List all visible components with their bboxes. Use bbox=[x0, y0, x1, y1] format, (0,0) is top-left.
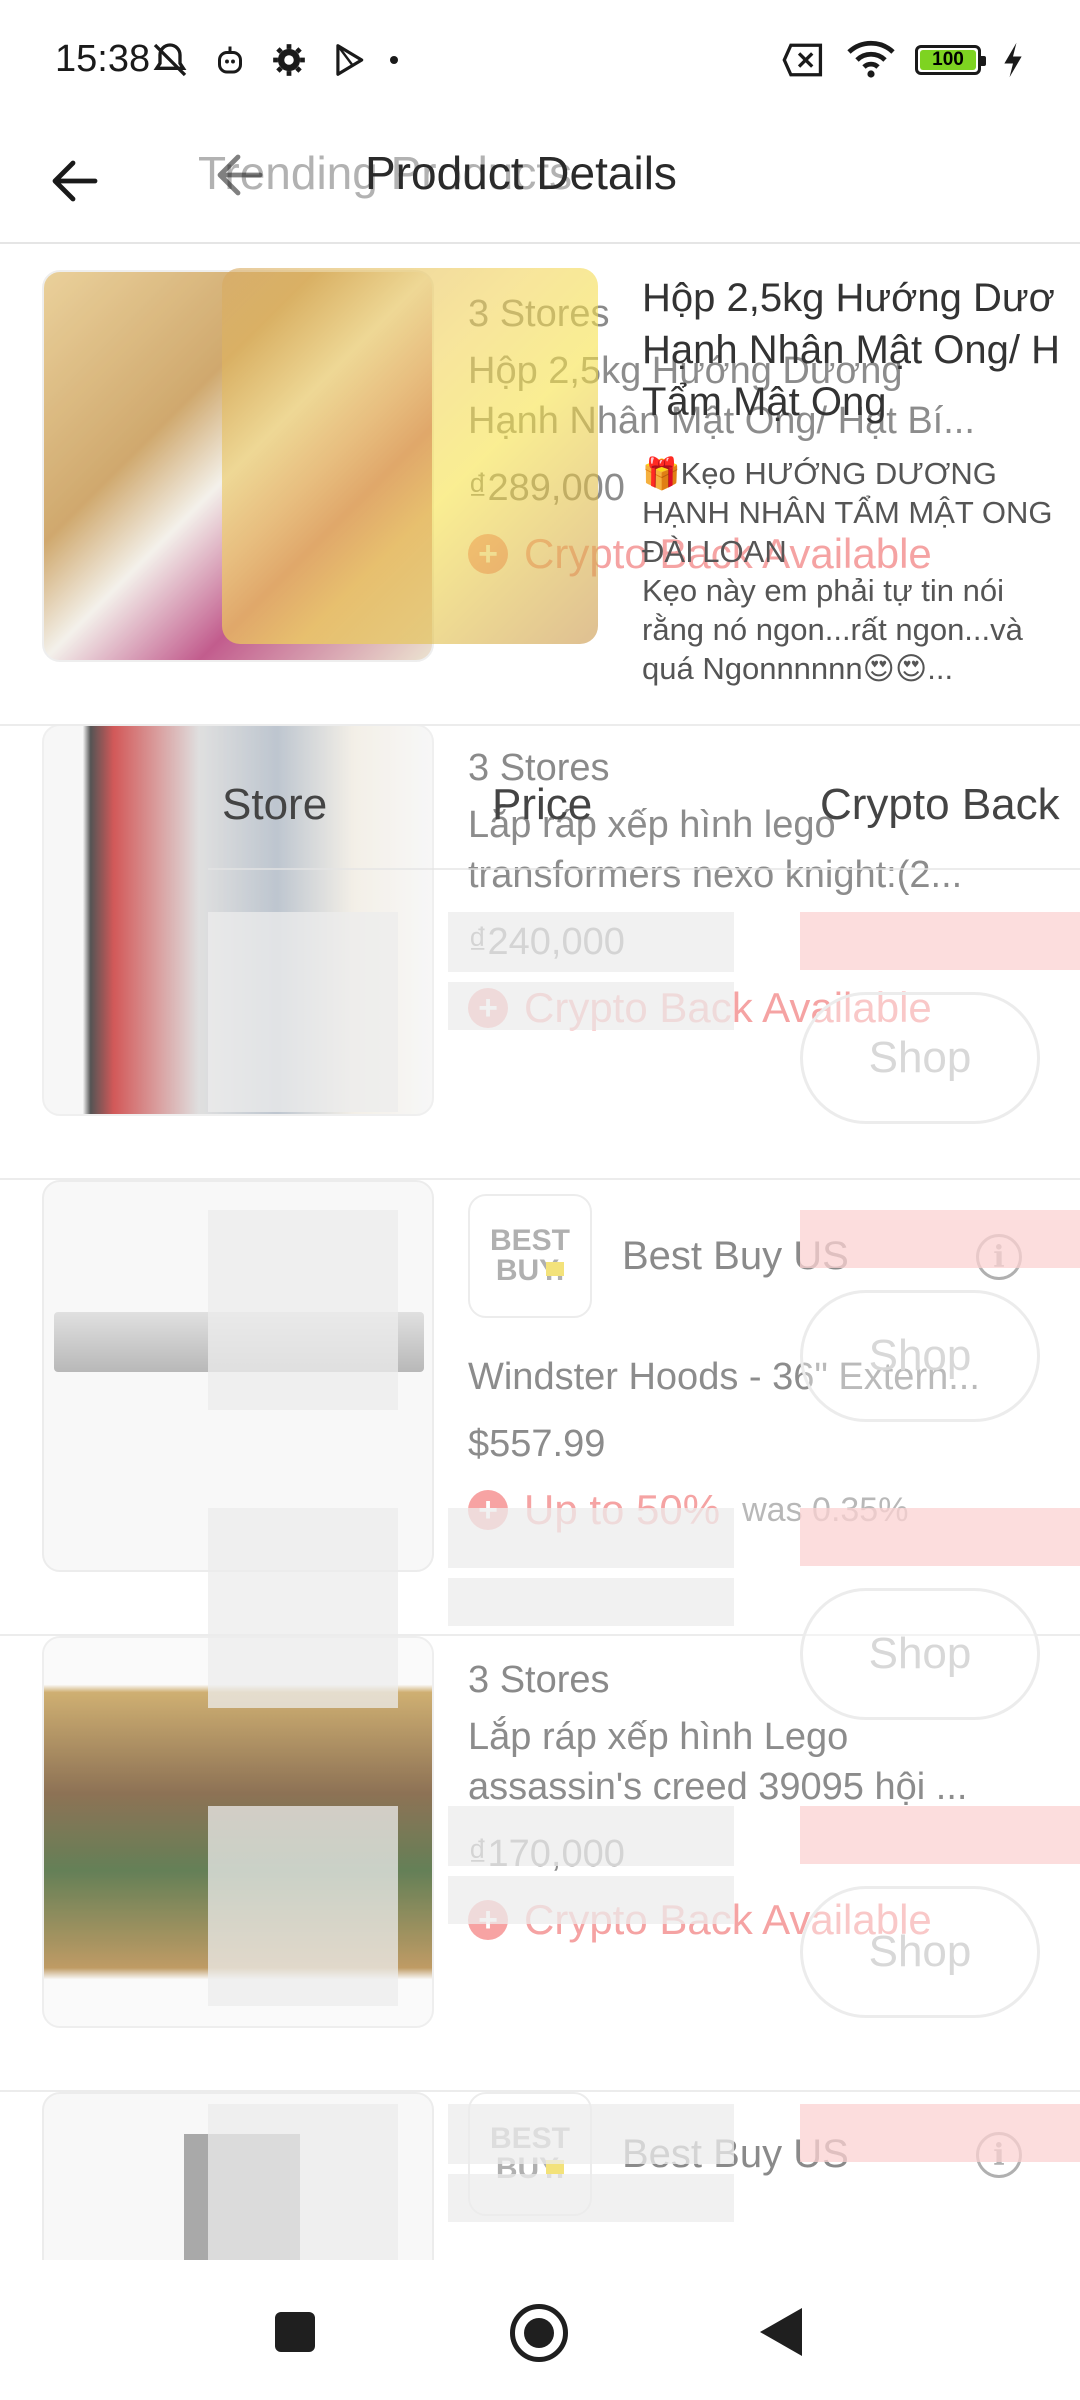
product-image bbox=[42, 1636, 434, 2028]
battery-icon: 100 bbox=[915, 45, 986, 75]
cashback-row: + Crypto Back Available bbox=[468, 984, 1058, 1032]
product-price: ₫240,000 bbox=[468, 921, 625, 963]
store-count: 3 Stores bbox=[468, 747, 610, 789]
product-name: Lắp ráp xếp hình lego transformers nexo … bbox=[468, 804, 963, 896]
product-card[interactable]: BEST BUY. Best Buy US i bbox=[0, 2092, 1080, 2260]
arrow-left-icon bbox=[217, 154, 263, 196]
system-nav-bar bbox=[0, 2260, 1080, 2400]
store-name: Best Buy US bbox=[622, 2131, 849, 2176]
product-image bbox=[42, 2092, 434, 2260]
store-count: 3 Stores bbox=[468, 1659, 610, 1701]
status-icons-right: 100 bbox=[781, 38, 1025, 82]
wifi-icon bbox=[847, 40, 895, 78]
product-info: 3 Stores Hộp 2,5kg Hướng Dương Hạnh Nhân… bbox=[468, 290, 1058, 578]
cashback-row: + Up to 50% was 0.35% bbox=[468, 1486, 1058, 1534]
product-price: $557.99 bbox=[468, 1423, 606, 1465]
plus-circle-icon: + bbox=[468, 1900, 508, 1940]
product-info: BEST BUY. Best Buy US i bbox=[468, 2092, 1058, 2216]
plus-circle-icon: + bbox=[468, 534, 508, 574]
status-bar: 15:38 100 bbox=[0, 0, 1080, 118]
product-name: Windster Hoods - 36" Extern... bbox=[468, 1356, 980, 1398]
page-title: Product Details bbox=[365, 147, 677, 199]
product-card[interactable]: 3 Stores Lắp ráp xếp hình lego transform… bbox=[0, 724, 1080, 1180]
product-image bbox=[42, 1180, 434, 1572]
status-time: 15:38 bbox=[55, 38, 151, 80]
cashback-label: Crypto Back Available bbox=[524, 530, 932, 577]
battery-level: 100 bbox=[920, 49, 976, 70]
cashback-label: Crypto Back Available bbox=[524, 1896, 932, 1943]
product-shape bbox=[184, 2134, 300, 2260]
dot-icon bbox=[390, 56, 398, 64]
cashback-row: + Crypto Back Available bbox=[468, 530, 1058, 578]
product-image bbox=[42, 270, 434, 662]
plus-circle-icon: + bbox=[468, 988, 508, 1028]
product-price: ₫289,000 bbox=[468, 467, 625, 509]
robot-icon bbox=[218, 46, 242, 74]
store-row: BEST BUY. Best Buy US bbox=[468, 2092, 1058, 2216]
product-name: Lắp ráp xếp hình Lego assassin's creed 3… bbox=[468, 1716, 968, 1808]
charging-icon bbox=[1004, 42, 1022, 78]
product-name: Hộp 2,5kg Hướng Dương Hạnh Nhân Mật Ong/… bbox=[468, 350, 975, 442]
store-row: BEST BUY. Best Buy US bbox=[468, 1194, 1058, 1318]
logo-tag bbox=[546, 2160, 564, 2174]
cashback-row: + Crypto Back Available bbox=[468, 1896, 1058, 1944]
range-hood-shape bbox=[54, 1312, 424, 1372]
plus-circle-icon: + bbox=[468, 1490, 508, 1530]
product-card[interactable]: 3 Stores Lắp ráp xếp hình Lego assassin'… bbox=[0, 1636, 1080, 2092]
store-count: 3 Stores bbox=[468, 293, 610, 335]
ghost-back-button bbox=[205, 140, 275, 210]
info-icon[interactable]: i bbox=[976, 2132, 1022, 2178]
status-icons-left bbox=[150, 38, 398, 82]
product-info: 3 Stores Lắp ráp xếp hình lego transform… bbox=[468, 744, 1058, 1032]
product-card[interactable]: 3 Stores Hộp 2,5kg Hướng Dương Hạnh Nhân… bbox=[0, 270, 1080, 726]
cashback-label: Up to 50% bbox=[524, 1486, 721, 1533]
cashback-label: Crypto Back Available bbox=[524, 984, 932, 1031]
no-sim-icon bbox=[782, 43, 823, 77]
home-icon[interactable] bbox=[510, 2304, 568, 2362]
logo-tag bbox=[546, 1262, 564, 1276]
product-card[interactable]: BEST BUY. Best Buy US i Windster Hoods -… bbox=[0, 1180, 1080, 1636]
home-icon-dot bbox=[524, 2318, 554, 2348]
cashback-previous: was 0.35% bbox=[742, 1490, 909, 1529]
info-icon[interactable]: i bbox=[976, 1234, 1022, 1280]
recent-apps-icon[interactable] bbox=[275, 2312, 315, 2352]
toolbar: Trending Products Product Details bbox=[0, 118, 1080, 244]
back-button[interactable] bbox=[40, 146, 110, 216]
gear-icon bbox=[273, 44, 305, 76]
product-price: ₫170,000 bbox=[468, 1833, 625, 1875]
best-buy-logo: BEST BUY. bbox=[468, 1194, 592, 1318]
arrow-left-icon bbox=[52, 160, 98, 202]
best-buy-logo: BEST BUY. bbox=[468, 2092, 592, 2216]
store-name: Best Buy US bbox=[622, 1233, 849, 1278]
play-store-icon bbox=[336, 44, 364, 76]
mute-bell-icon bbox=[153, 43, 187, 77]
product-info: BEST BUY. Best Buy US i Windster Hoods -… bbox=[468, 1194, 1058, 1534]
back-icon[interactable] bbox=[760, 2308, 802, 2356]
product-info: 3 Stores Lắp ráp xếp hình Lego assassin'… bbox=[468, 1656, 1058, 1944]
product-image bbox=[42, 724, 434, 1116]
